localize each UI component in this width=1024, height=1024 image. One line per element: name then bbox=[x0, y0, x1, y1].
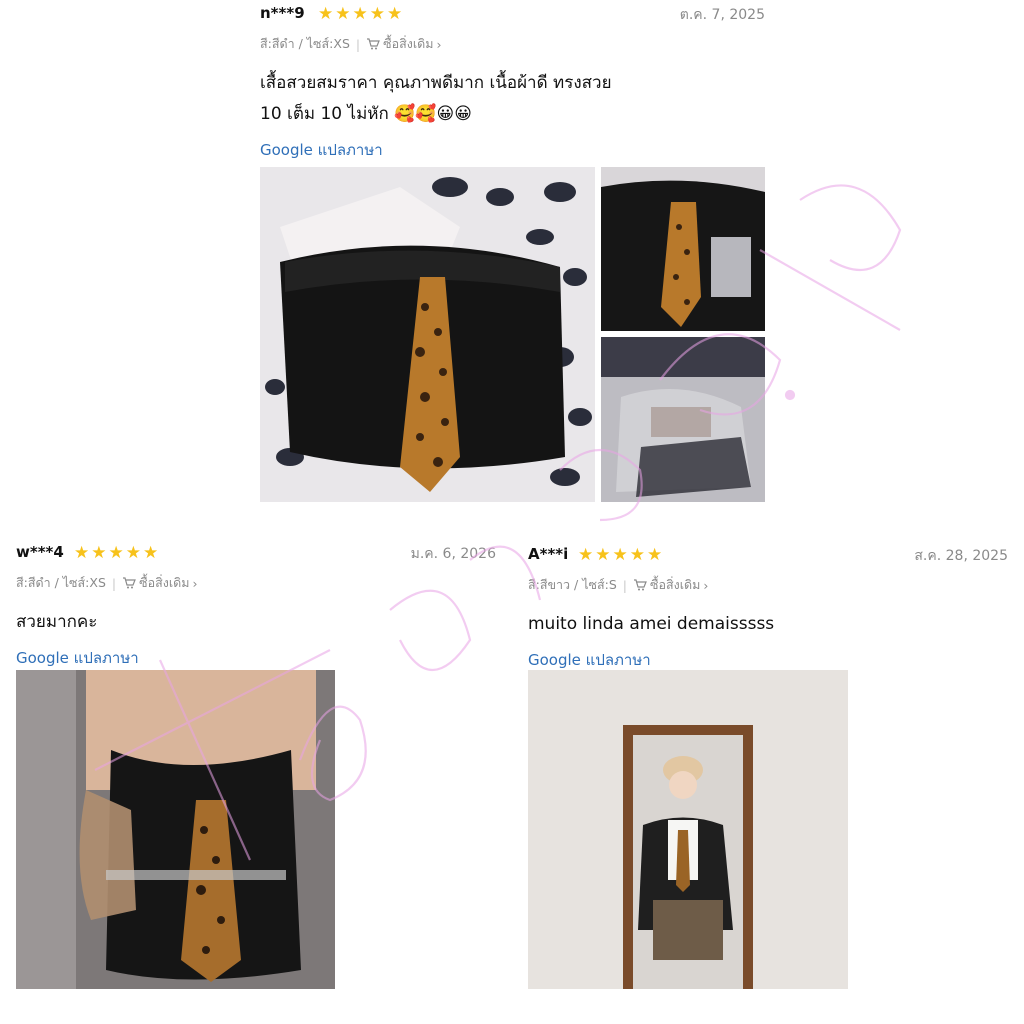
review-date: ม.ค. 6, 2026 bbox=[410, 546, 496, 562]
cart-icon bbox=[633, 579, 647, 591]
review-text: muito linda amei demaisssss bbox=[528, 609, 1008, 640]
reviewer-name: A***i bbox=[528, 545, 569, 563]
review-date: ต.ค. 7, 2025 bbox=[679, 7, 765, 23]
divider: | bbox=[111, 575, 117, 591]
variant-info: สี:สีขาว / ไซส์:S bbox=[528, 577, 617, 592]
cart-icon bbox=[366, 38, 380, 50]
buy-again-link[interactable]: ซื้อสิ่งเดิม › bbox=[122, 573, 197, 593]
review-card: n***9 ★★★★★ ต.ค. 7, 2025 สี:สีดำ / ไซส์:… bbox=[260, 4, 765, 162]
buy-again-link[interactable]: ซื้อสิ่งเดิม › bbox=[633, 575, 708, 595]
cart-icon bbox=[122, 577, 136, 589]
variant-row: สี:สีดำ / ไซส์:XS | ซื้อสิ่งเดิม › bbox=[16, 573, 496, 593]
buy-again-label: ซื้อสิ่งเดิม bbox=[383, 36, 434, 51]
divider: | bbox=[355, 36, 361, 52]
star-rating: ★★★★★ bbox=[74, 543, 161, 563]
review-card: w***4 ★★★★★ ม.ค. 6, 2026 สี:สีดำ / ไซส์:… bbox=[16, 543, 496, 670]
chevron-right-icon: › bbox=[703, 577, 709, 593]
review-photo[interactable] bbox=[601, 167, 765, 331]
buy-again-link[interactable]: ซื้อสิ่งเดิม › bbox=[366, 34, 441, 54]
variant-info: สี:สีดำ / ไซส์:XS bbox=[260, 36, 350, 51]
review-text-line: เสื้อสวยสมราคา คุณภาพดีมาก เนื้อผ้าดี ทร… bbox=[260, 73, 612, 93]
review-photo[interactable] bbox=[16, 670, 335, 989]
divider: | bbox=[622, 577, 627, 593]
review-photo[interactable] bbox=[601, 337, 765, 502]
star-rating: ★★★★★ bbox=[318, 4, 405, 24]
variant-row: สี:สีดำ / ไซส์:XS | ซื้อสิ่งเดิม › bbox=[260, 34, 765, 54]
translate-link[interactable]: Google แปลภาษา bbox=[16, 646, 496, 670]
variant-info: สี:สีดำ / ไซส์:XS bbox=[16, 575, 106, 590]
review-photo[interactable] bbox=[528, 670, 848, 989]
chevron-right-icon: › bbox=[192, 575, 198, 591]
translate-link[interactable]: Google แปลภาษา bbox=[528, 648, 1008, 672]
buy-again-label: ซื้อสิ่งเดิม bbox=[139, 575, 190, 590]
review-text-line: muito linda amei demaisssss bbox=[528, 614, 775, 634]
review-text-line: สวยมากคะ bbox=[16, 612, 98, 632]
translate-link[interactable]: Google แปลภาษา bbox=[260, 138, 765, 162]
review-text: เสื้อสวยสมราคา คุณภาพดีมาก เนื้อผ้าดี ทร… bbox=[260, 68, 765, 130]
chevron-right-icon: › bbox=[436, 36, 442, 52]
review-date: ส.ค. 28, 2025 bbox=[914, 548, 1008, 564]
review-photo[interactable] bbox=[260, 167, 595, 502]
review-card: A***i ★★★★★ ส.ค. 28, 2025 สี:สีขาว / ไซส… bbox=[528, 545, 1008, 672]
review-text: สวยมากคะ bbox=[16, 607, 496, 638]
buy-again-label: ซื้อสิ่งเดิม bbox=[649, 577, 701, 592]
star-rating: ★★★★★ bbox=[578, 545, 665, 565]
reviewer-name: w***4 bbox=[16, 543, 64, 561]
reviewer-name: n***9 bbox=[260, 4, 305, 22]
variant-row: สี:สีขาว / ไซส์:S | ซื้อสิ่งเดิม › bbox=[528, 575, 1008, 595]
review-text-line: 10 เต็ม 10 ไม่หัก 🥰🥰😀😀 bbox=[260, 104, 472, 124]
